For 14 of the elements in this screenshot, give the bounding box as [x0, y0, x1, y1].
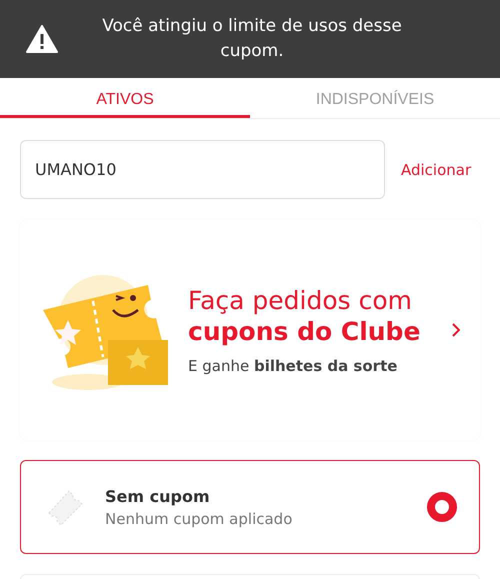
coupon-input-field[interactable]: UMANO10 — [20, 140, 385, 199]
option-subtitle: Nenhum cupom aplicado — [105, 510, 294, 528]
tab[interactable]: ATIVOS — [0, 78, 250, 118]
radio-button[interactable] — [427, 492, 457, 522]
promo-subtitle: E ganhe bilhetes da sorte — [188, 357, 398, 375]
promo-card[interactable]: Faça pedidos com cupons do Clube E ganhe bilhetes da sorte — [20, 220, 480, 440]
warning-icon — [26, 25, 58, 53]
option-title: Sem cupom — [105, 486, 211, 506]
promo-title: cupons do Clube — [188, 316, 422, 347]
toast-message: Você atingiu o limite de usos desse cupom. — [101, 15, 403, 63]
coupon-option[interactable]: Sem cupom Nenhum cupom aplicado — [20, 460, 480, 554]
promo-title: Faça pedidos com — [188, 285, 414, 316]
add-button[interactable]: Adicionar — [401, 160, 472, 178]
chevron-right-icon — [452, 323, 460, 337]
